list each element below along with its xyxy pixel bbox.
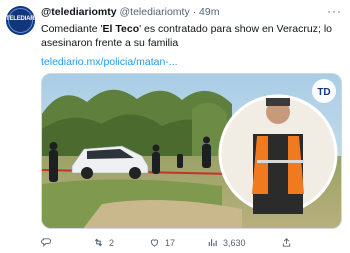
- views-count: 3,630: [223, 237, 246, 248]
- action-bar: 2 17 3,630: [41, 237, 341, 251]
- heart-icon: [150, 239, 159, 247]
- tweet-text-part: Comediante ': [41, 23, 103, 35]
- account-handle[interactable]: @telediariomty: [120, 6, 190, 18]
- reply-button[interactable]: [41, 237, 57, 248]
- retweet-icon: [94, 238, 103, 247]
- separator-dot: ·: [192, 6, 197, 18]
- tweet-text-bold: El Teco: [102, 23, 140, 35]
- avatar[interactable]: TELEDIARIO: [6, 6, 35, 35]
- media-badge-text: TD: [317, 87, 330, 98]
- share-icon: [282, 238, 291, 247]
- crime-scene-photo: TD: [42, 74, 341, 228]
- reply-icon: [41, 238, 52, 247]
- retweet-button[interactable]: 2: [93, 237, 114, 248]
- tweet-text: Comediante 'El Teco' es contratado para …: [41, 23, 343, 50]
- more-options-icon[interactable]: ···: [327, 4, 342, 18]
- avatar-logo-text: TELEDIARIO: [6, 16, 35, 22]
- account-name[interactable]: @telediariomty: [41, 6, 117, 18]
- share-button[interactable]: [281, 237, 297, 248]
- tweet-link[interactable]: telediario.mx/policia/matan-...: [41, 56, 178, 68]
- tweet-header: @telediariomty @telediariomty · 49m: [41, 6, 219, 19]
- like-count: 17: [165, 237, 176, 248]
- like-button[interactable]: 17: [149, 237, 175, 248]
- tweet-media[interactable]: TD: [41, 73, 342, 229]
- views-icon: [208, 239, 217, 247]
- tweet-time[interactable]: 49m: [199, 6, 219, 18]
- retweet-count: 2: [109, 237, 115, 248]
- views-button[interactable]: 3,630: [207, 237, 246, 248]
